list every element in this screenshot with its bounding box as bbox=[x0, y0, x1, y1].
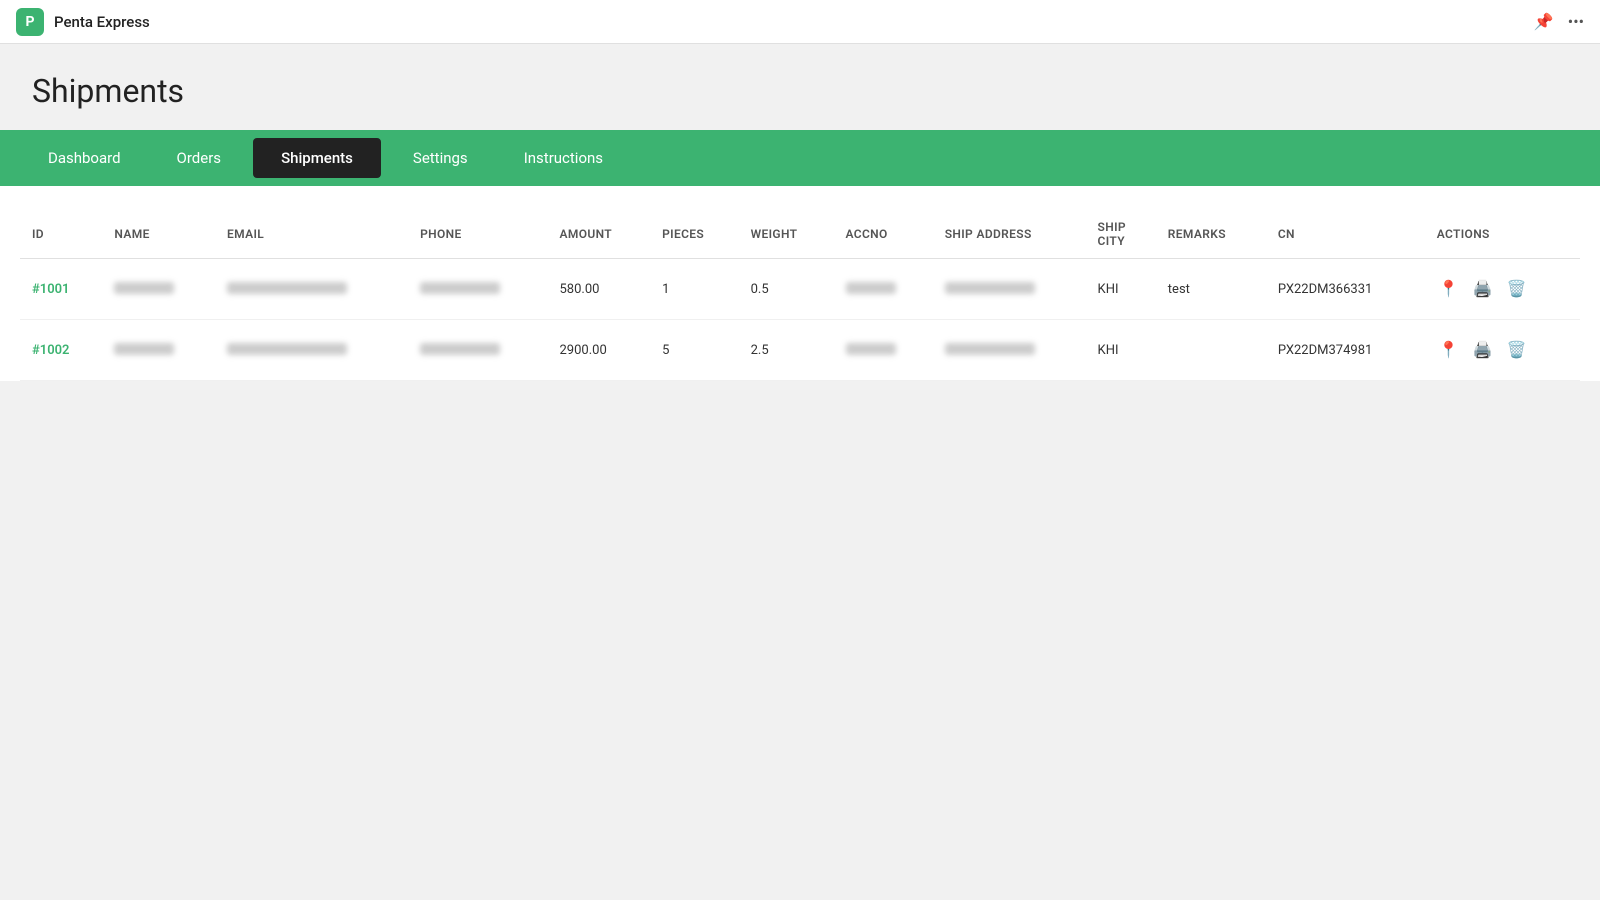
col-accno: ACCNO bbox=[834, 210, 933, 259]
table-row: #1001 580.00 1 0.5 KHI test PX22DM366331 bbox=[20, 259, 1580, 320]
col-name: NAME bbox=[102, 210, 215, 259]
col-cn: CN bbox=[1266, 210, 1425, 259]
row1-phone bbox=[408, 259, 547, 320]
row2-name bbox=[102, 320, 215, 381]
row1-cn: PX22DM366331 bbox=[1266, 259, 1425, 320]
table-header-row: ID NAME EMAIL PHONE AMOUNT PIECES WEIGHT… bbox=[20, 210, 1580, 259]
pin-icon[interactable]: 📌 bbox=[1534, 12, 1554, 31]
page-title: Shipments bbox=[32, 72, 1568, 110]
nav-item-shipments[interactable]: Shipments bbox=[253, 138, 381, 178]
content-area: ID NAME EMAIL PHONE AMOUNT PIECES WEIGHT… bbox=[0, 186, 1600, 381]
nav-item-dashboard[interactable]: Dashboard bbox=[20, 130, 149, 186]
nav-item-settings[interactable]: Settings bbox=[385, 130, 496, 186]
page-title-section: Shipments bbox=[0, 44, 1600, 130]
col-email: EMAIL bbox=[215, 210, 408, 259]
row1-print-btn[interactable]: 🖨️ bbox=[1471, 277, 1495, 301]
app-title: Penta Express bbox=[54, 13, 150, 31]
row1-email bbox=[215, 259, 408, 320]
row2-remarks bbox=[1156, 320, 1266, 381]
row2-weight: 2.5 bbox=[739, 320, 834, 381]
row1-accno bbox=[834, 259, 933, 320]
row1-name bbox=[102, 259, 215, 320]
col-remarks: REMARKS bbox=[1156, 210, 1266, 259]
col-actions: ACTIONS bbox=[1425, 210, 1580, 259]
col-phone: PHONE bbox=[408, 210, 547, 259]
navbar: Dashboard Orders Shipments Settings Inst… bbox=[0, 130, 1600, 186]
row2-email bbox=[215, 320, 408, 381]
col-ship-address: SHIP ADDRESS bbox=[933, 210, 1086, 259]
row1-id: #1001 bbox=[20, 259, 102, 320]
col-ship-city: SHIPCITY bbox=[1086, 210, 1156, 259]
row2-amount: 2900.00 bbox=[548, 320, 651, 381]
row2-location-btn[interactable]: 📍 bbox=[1437, 338, 1461, 362]
app-icon: P bbox=[16, 8, 44, 36]
col-weight: WEIGHT bbox=[739, 210, 834, 259]
row1-location-btn[interactable]: 📍 bbox=[1437, 277, 1461, 301]
row2-print-btn[interactable]: 🖨️ bbox=[1471, 338, 1495, 362]
row1-weight: 0.5 bbox=[739, 259, 834, 320]
nav-item-orders[interactable]: Orders bbox=[149, 130, 250, 186]
row2-actions: 📍 🖨️ 🗑️ bbox=[1425, 320, 1580, 381]
shipments-table: ID NAME EMAIL PHONE AMOUNT PIECES WEIGHT… bbox=[20, 210, 1580, 381]
row2-cn: PX22DM374981 bbox=[1266, 320, 1425, 381]
table-container: ID NAME EMAIL PHONE AMOUNT PIECES WEIGHT… bbox=[0, 186, 1600, 381]
row1-delete-btn[interactable]: 🗑️ bbox=[1505, 277, 1529, 301]
row2-delete-btn[interactable]: 🗑️ bbox=[1505, 338, 1529, 362]
row2-accno bbox=[834, 320, 933, 381]
row2-ship-address bbox=[933, 320, 1086, 381]
col-amount: AMOUNT bbox=[548, 210, 651, 259]
topbar: P Penta Express 📌 ••• bbox=[0, 0, 1600, 44]
row2-phone bbox=[408, 320, 547, 381]
row2-pieces: 5 bbox=[650, 320, 739, 381]
more-options-icon[interactable]: ••• bbox=[1568, 12, 1584, 31]
row2-ship-city: KHI bbox=[1086, 320, 1156, 381]
row1-amount: 580.00 bbox=[548, 259, 651, 320]
row1-ship-address bbox=[933, 259, 1086, 320]
row1-ship-city: KHI bbox=[1086, 259, 1156, 320]
table-row: #1002 2900.00 5 2.5 KHI PX22DM374981 bbox=[20, 320, 1580, 381]
topbar-right: 📌 ••• bbox=[1534, 12, 1584, 31]
row1-pieces: 1 bbox=[650, 259, 739, 320]
col-id: ID bbox=[20, 210, 102, 259]
row1-remarks: test bbox=[1156, 259, 1266, 320]
topbar-left: P Penta Express bbox=[16, 8, 150, 36]
nav-item-instructions[interactable]: Instructions bbox=[496, 130, 631, 186]
col-pieces: PIECES bbox=[650, 210, 739, 259]
row2-id: #1002 bbox=[20, 320, 102, 381]
row1-actions: 📍 🖨️ 🗑️ bbox=[1425, 259, 1580, 320]
